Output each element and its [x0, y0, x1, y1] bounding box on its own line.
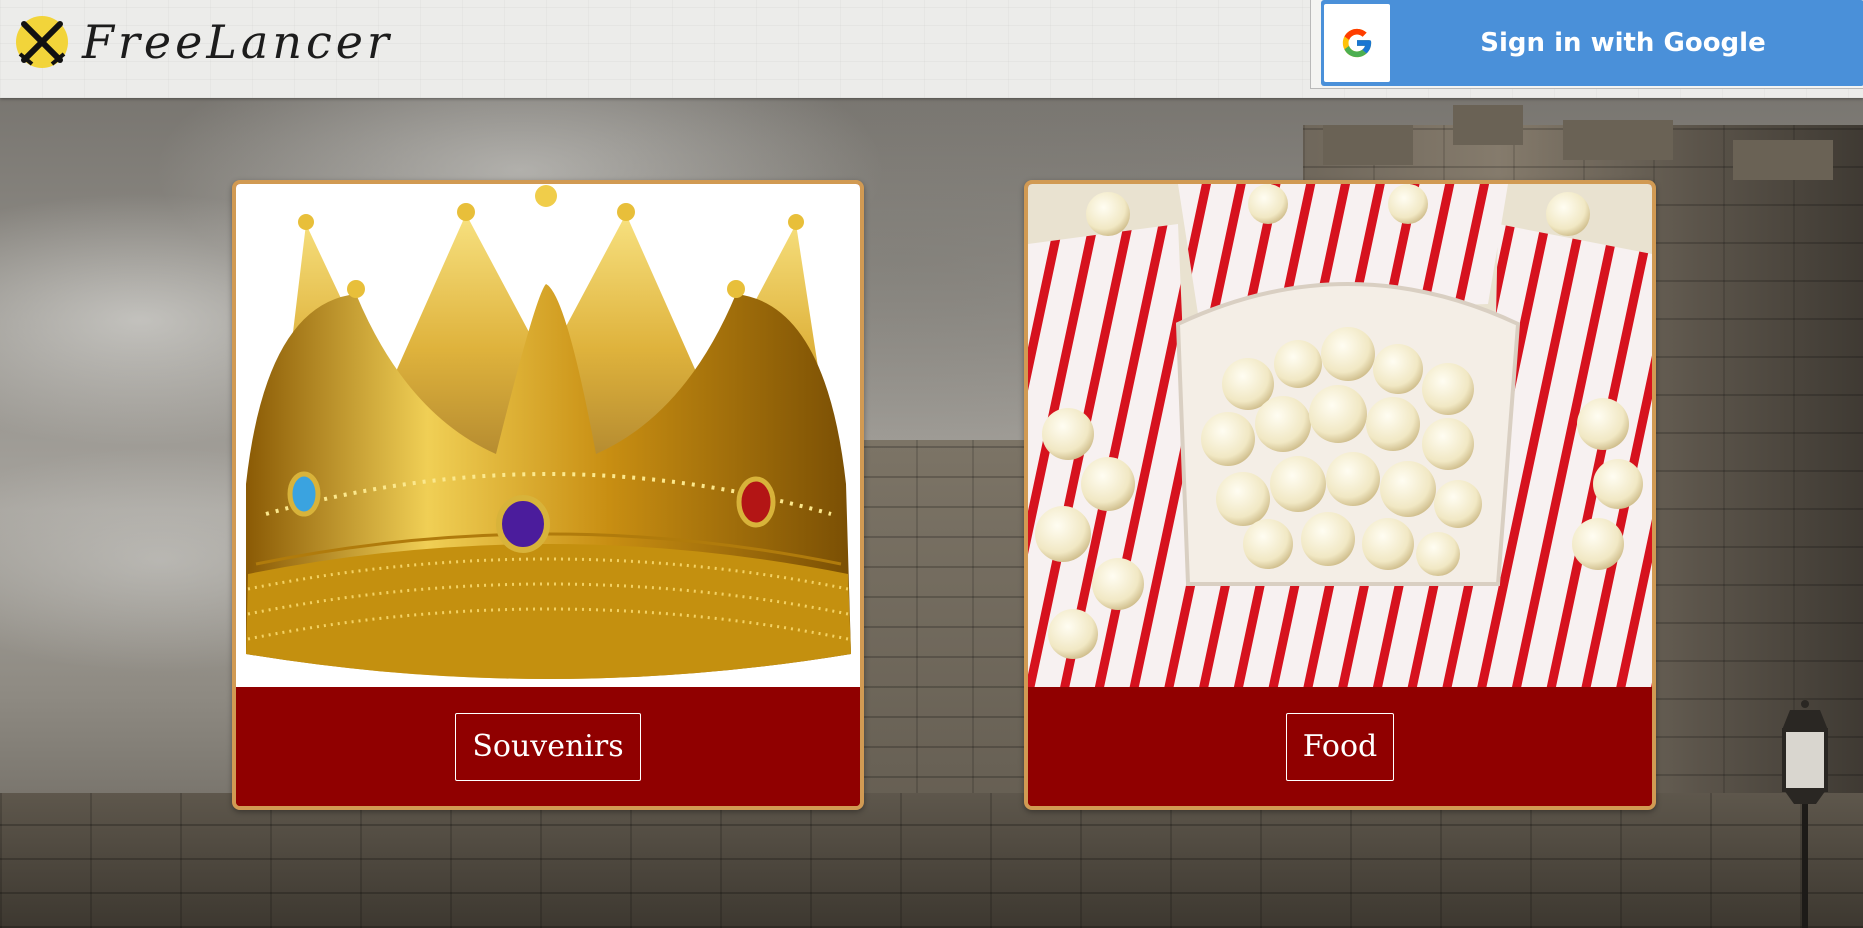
category-card-food[interactable]: Food: [1024, 180, 1656, 810]
brand-name: FreeLancer: [82, 15, 393, 69]
google-signin-container: Sign in with Google: [1310, 0, 1863, 89]
food-button[interactable]: Food: [1285, 712, 1395, 781]
battlement: [1563, 120, 1673, 160]
popcorn-boxes-photo: [1028, 184, 1652, 687]
google-icon-box: [1324, 4, 1390, 82]
gold-crown-photo: [236, 184, 860, 687]
crossed-swords-icon: [16, 16, 68, 68]
google-signin-label: Sign in with Google: [1480, 28, 1766, 58]
souvenirs-button[interactable]: Souvenirs: [455, 712, 641, 781]
battlement: [1453, 105, 1523, 145]
card-footer: Food: [1028, 687, 1652, 806]
brand-home-link[interactable]: FreeLancer: [14, 12, 393, 72]
castle-front-wall: [0, 793, 1863, 928]
top-navbar: FreeLancer Sign in with Google: [0, 0, 1863, 98]
lantern-icon: [1782, 700, 1828, 928]
google-signin-button[interactable]: Sign in with Google: [1321, 0, 1863, 86]
google-g-icon: [1342, 28, 1372, 58]
card-footer: Souvenirs: [236, 687, 860, 806]
battlement: [1733, 140, 1833, 180]
battlement: [1323, 125, 1413, 165]
category-card-souvenirs[interactable]: Souvenirs: [232, 180, 864, 810]
page: FreeLancer Sign in with Google Souvenirs…: [0, 0, 1863, 928]
